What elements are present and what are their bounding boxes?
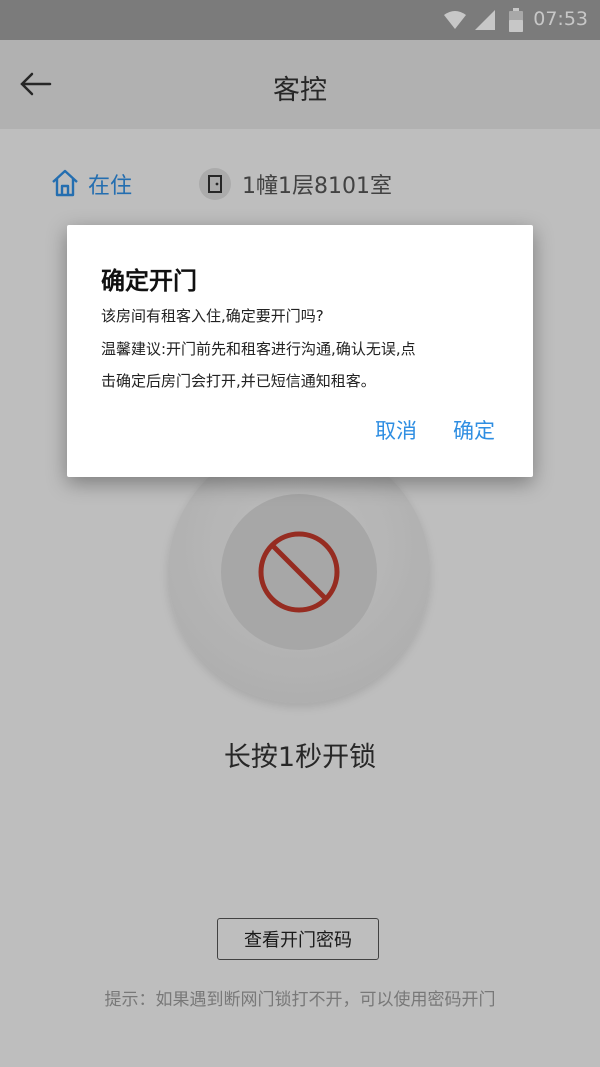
dialog-message-line1: 该房间有租客入住,确定要开门吗? xyxy=(101,307,324,325)
dialog-message-line2: 温馨建议:开门前先和租客进行沟通,确认无误,点 xyxy=(101,340,416,358)
modal-scrim[interactable] xyxy=(0,0,600,1067)
dialog-title: 确定开门 xyxy=(101,267,197,295)
dialog-cancel-button[interactable]: 取消 xyxy=(375,415,417,445)
confirm-open-dialog: 确定开门 该房间有租客入住,确定要开门吗? 温馨建议:开门前先和租客进行沟通,确… xyxy=(67,225,533,477)
dialog-message-line3: 击确定后房门会打开,并已短信通知租客。 xyxy=(101,372,376,390)
dialog-confirm-button[interactable]: 确定 xyxy=(453,415,495,445)
